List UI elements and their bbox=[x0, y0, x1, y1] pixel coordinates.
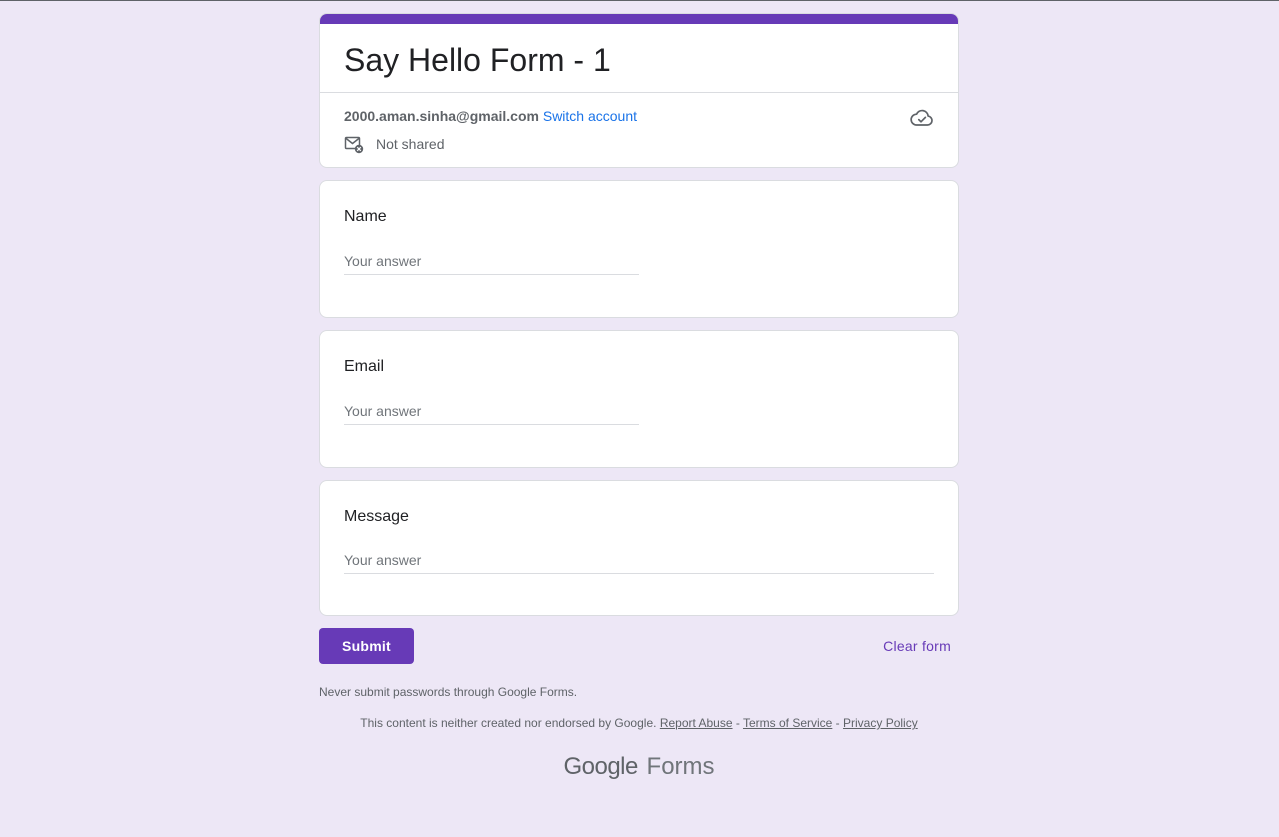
privacy-policy-link[interactable]: Privacy Policy bbox=[843, 716, 918, 730]
form-title: Say Hello Form - 1 bbox=[344, 42, 611, 78]
account-line: 2000.aman.sinha@gmail.com Switch account bbox=[344, 106, 637, 126]
form-header-card: Say Hello Form - 1 2000.aman.sinha@gmail… bbox=[319, 13, 959, 168]
header-accent-bar bbox=[320, 14, 958, 24]
switch-account-link[interactable]: Switch account bbox=[543, 108, 637, 124]
cloud-done-icon[interactable] bbox=[910, 106, 934, 130]
logo-google-text: Google bbox=[563, 753, 638, 780]
footer-separator: - bbox=[732, 716, 743, 730]
logo-forms-text: Forms bbox=[646, 753, 715, 780]
shared-status: Not shared bbox=[344, 134, 444, 154]
question-title: Message bbox=[344, 508, 409, 525]
password-warning: Never submit passwords through Google Fo… bbox=[319, 685, 578, 699]
question-card-message: Message bbox=[319, 480, 959, 616]
header-divider bbox=[320, 92, 958, 93]
submit-button[interactable]: Submit bbox=[319, 628, 414, 664]
footer-separator: - bbox=[832, 716, 844, 730]
question-title: Email bbox=[344, 358, 385, 375]
form-actions: Submit Clear form bbox=[319, 628, 959, 664]
google-forms-logo[interactable]: Google Forms bbox=[319, 753, 959, 781]
footer-disclaimer: This content is neither created nor endo… bbox=[319, 715, 959, 731]
form-container: Say Hello Form - 1 2000.aman.sinha@gmail… bbox=[319, 13, 959, 781]
account-email: 2000.aman.sinha@gmail.com bbox=[344, 108, 539, 124]
disclaimer-text: This content is neither created nor endo… bbox=[360, 716, 657, 730]
terms-of-service-link[interactable]: Terms of Service bbox=[743, 716, 832, 730]
shared-status-label: Not shared bbox=[376, 136, 445, 152]
email-answer-input[interactable] bbox=[344, 397, 639, 425]
report-abuse-link[interactable]: Report Abuse bbox=[660, 716, 733, 730]
question-title: Name bbox=[344, 208, 387, 225]
question-card-email: Email bbox=[319, 330, 959, 468]
question-card-name: Name bbox=[319, 180, 959, 318]
clear-form-button[interactable]: Clear form bbox=[883, 628, 951, 664]
mail-not-shared-icon bbox=[344, 134, 364, 154]
name-answer-input[interactable] bbox=[344, 247, 639, 275]
message-answer-input[interactable] bbox=[344, 546, 934, 574]
